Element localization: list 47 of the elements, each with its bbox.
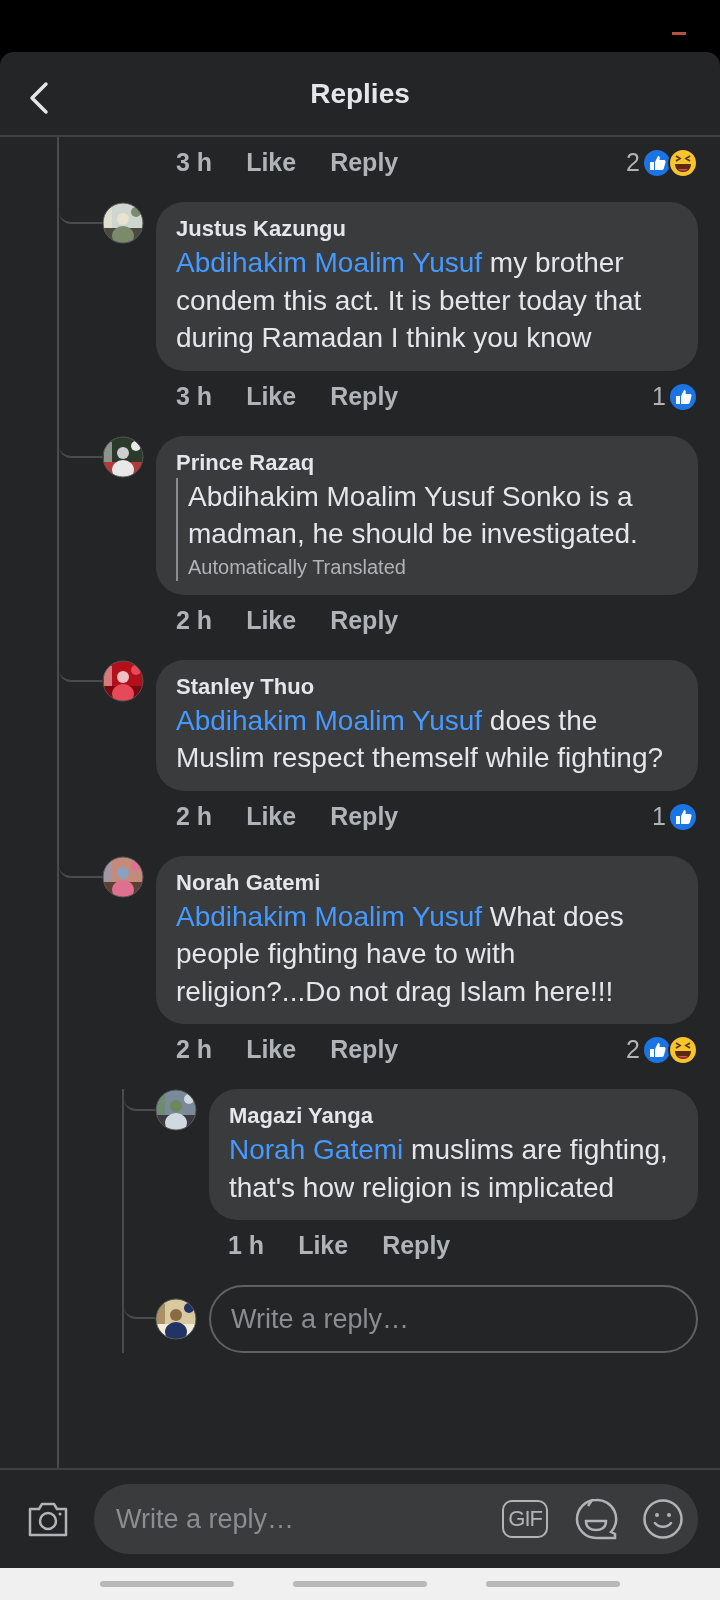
mention-link[interactable]: Abdihakim Moalim Yusuf <box>176 900 483 932</box>
comment-composer[interactable]: Write a reply… GIF <box>94 1484 698 1554</box>
smiley-icon[interactable] <box>642 1498 684 1540</box>
timestamp: 2 h <box>176 1034 213 1066</box>
reaction-count: 2 <box>626 1034 640 1066</box>
author-name[interactable]: Justus Kazungu <box>176 214 676 244</box>
like-link[interactable]: Like <box>246 601 297 640</box>
sticker-icon[interactable] <box>574 1497 618 1541</box>
like-link[interactable]: Like <box>246 1031 297 1069</box>
author-name[interactable]: Prince Razaq <box>176 447 676 478</box>
mention-link[interactable]: Abdihakim Moalim Yusuf <box>176 247 483 278</box>
author-name[interactable]: Norah Gatemi <box>176 867 676 898</box>
header-title: Replies <box>310 76 410 111</box>
comment-text: Abdihakim Moalim Yusuf What does people fighting have to with religion?...Do not drag Islam here!!! <box>176 899 625 1009</box>
reaction-count: 1 <box>652 800 666 832</box>
reaction-count: 1 <box>652 380 666 412</box>
timestamp: 2 h <box>176 604 213 636</box>
comment-text: Abdihakim Moalim Yusuf Sonko is a madman, he should be investigated. <box>188 479 639 551</box>
translation-note: Automatically Translated <box>188 554 407 580</box>
comment-text: Norah Gatemi muslims are fighting, that's how religion is implicated <box>229 1133 669 1205</box>
like-icon <box>668 381 698 412</box>
timestamp: 2 h <box>176 800 213 832</box>
mention-link[interactable]: Abdihakim Moalim Yusuf <box>176 704 483 736</box>
reply-link[interactable]: Reply <box>330 1031 399 1069</box>
reply-input[interactable]: Write a reply… <box>209 1285 698 1353</box>
laughing-icon <box>668 1035 698 1065</box>
reply-link[interactable]: Reply <box>330 601 399 640</box>
comment-text: Abdihakim Moalim Yusuf does the Muslim respect themself while fighting? <box>176 703 665 775</box>
mention-link[interactable]: Norah Gatemi <box>229 1134 404 1165</box>
reply-link[interactable]: Reply <box>382 1227 451 1265</box>
like-link[interactable]: Like <box>298 1227 349 1265</box>
like-link[interactable]: Like <box>246 144 297 182</box>
comment-text: Abdihakim Moalim Yusuf my brother condem this act. It is better today that during Ramadan I think you know <box>176 246 643 355</box>
laughing-icon <box>668 148 698 178</box>
like-link[interactable]: Like <box>246 377 297 416</box>
like-link[interactable]: Like <box>246 797 297 836</box>
reaction-count: 2 <box>626 147 640 179</box>
like-icon <box>668 801 698 832</box>
reply-link[interactable]: Reply <box>330 377 399 416</box>
author-name[interactable]: Magazi Yanga <box>229 1101 676 1131</box>
reply-link[interactable]: Reply <box>330 797 399 836</box>
timestamp: 1 h <box>228 1230 265 1262</box>
gif-button[interactable]: GIF <box>502 1500 548 1538</box>
author-name[interactable]: Stanley Thuo <box>176 671 676 702</box>
timestamp: 3 h <box>176 147 213 179</box>
timestamp: 3 h <box>176 380 213 412</box>
reply-link[interactable]: Reply <box>330 144 399 182</box>
